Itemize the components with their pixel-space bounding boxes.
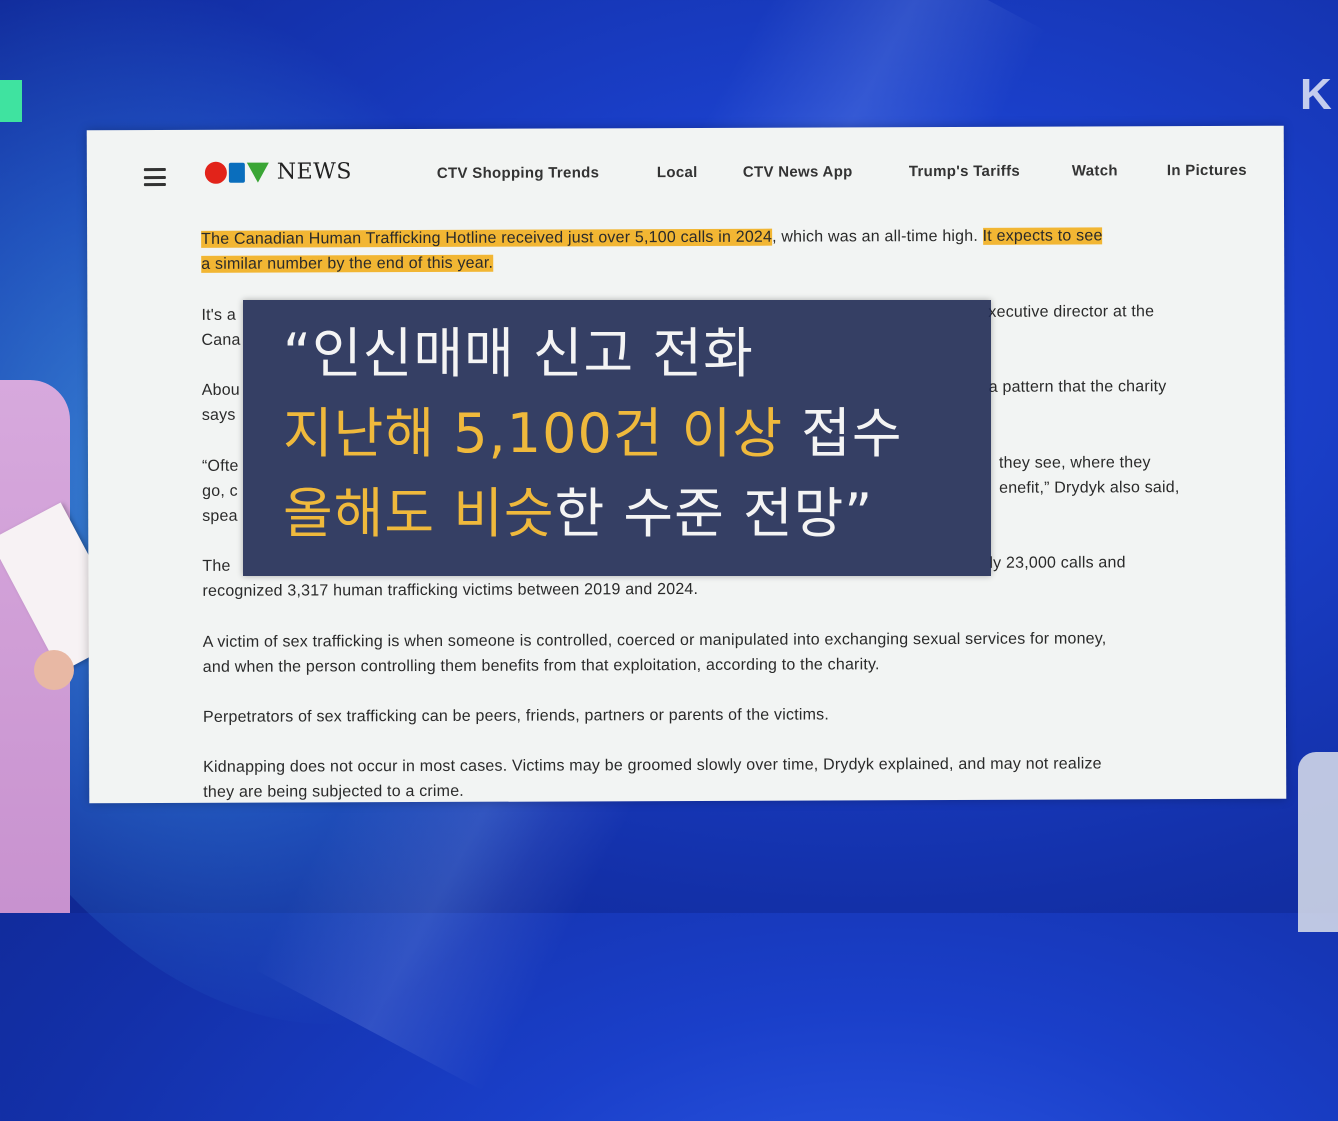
side-panel-edge — [1298, 752, 1338, 932]
highlight-similar-number: a similar number by the end of this year… — [201, 254, 494, 273]
p4-line1-left: “Ofte — [201, 457, 239, 475]
caption-line-2-white: 접수 — [783, 402, 903, 465]
logo-v-mark — [246, 162, 269, 183]
nav-trumps-tariffs[interactable]: Trump's Tariffs — [909, 163, 1020, 180]
p4-line2-right: enefit,” Drydyk also said, — [999, 479, 1180, 497]
highlight-expects: It expects to see — [982, 227, 1103, 245]
p8-line1: Kidnapping does not occur in most cases.… — [203, 755, 1102, 776]
nav-local[interactable]: Local — [657, 164, 698, 181]
p5-line2: recognized 3,317 human trafficking victi… — [202, 580, 699, 600]
p4-line3-left: spea — [202, 507, 238, 525]
p6-line2: and when the person controlling them ben… — [202, 656, 880, 676]
paragraph-1-plain: , which was an all-time high. — [772, 227, 983, 246]
caption-line-3: 올해도 비슷한 수준 전망” — [283, 482, 873, 546]
paragraph-8: Kidnapping does not occur in most cases.… — [203, 751, 1203, 805]
p6-line1: A victim of sex trafficking is when some… — [202, 630, 1107, 651]
p4-line2-left: go, c — [202, 482, 238, 500]
p3-line1-left: Abou — [201, 381, 240, 399]
caption-line-2: 지난해 5,100건 이상 접수 — [283, 402, 903, 466]
highlight-hotline-calls: The Canadian Human Trafficking Hotline r… — [201, 228, 773, 248]
presenter-hand — [34, 650, 74, 690]
paragraph-6: A victim of sex trafficking is when some… — [203, 626, 1203, 680]
caption-line-1: “인신매매 신고 전화 — [283, 322, 754, 385]
p4-line1-right: they see, where they — [998, 454, 1151, 472]
channel-logo: K — [1300, 70, 1332, 119]
caption-line-3-white: 한 수준 전망” — [554, 482, 874, 545]
menu-icon[interactable] — [143, 167, 166, 187]
paragraph-7: Perpetrators of sex trafficking can be p… — [202, 706, 829, 726]
site-header: NEWS CTV Shopping Trends Local CTV News … — [87, 126, 1284, 211]
p2-line1-left: It's a — [201, 306, 236, 324]
caption-line-2-gold: 지난해 5,100건 이상 — [283, 402, 784, 465]
p5-line1-right: ly 23,000 calls and — [989, 554, 1126, 572]
logo-c-mark — [204, 161, 227, 184]
nav-shopping-trends[interactable]: CTV Shopping Trends — [437, 164, 599, 182]
logo-t-mark — [228, 162, 245, 183]
paragraph-1: The Canadian Human Trafficking Hotline r… — [201, 223, 1201, 277]
nav-watch[interactable]: Watch — [1072, 162, 1118, 179]
p5-line1-left: The — [202, 557, 231, 575]
p2-line1-right: xecutive director at the — [988, 303, 1155, 321]
caption-box: “인신매매 신고 전화 지난해 5,100건 이상 접수 올해도 비슷한 수준 … — [243, 300, 991, 576]
logo-news-text: NEWS — [276, 159, 352, 185]
p2-line2-left: Cana — [201, 331, 241, 349]
nav-news-app[interactable]: CTV News App — [743, 163, 853, 180]
corner-tag — [0, 80, 22, 122]
p3-line2-left: says — [201, 406, 236, 424]
p8-line2: they are being subjected to a crime. — [203, 782, 464, 801]
p3-line1-right: a pattern that the charity — [988, 378, 1167, 396]
caption-line-3-gold: 올해도 비슷 — [283, 482, 555, 545]
ctv-news-logo[interactable]: NEWS — [204, 159, 352, 185]
nav-in-pictures[interactable]: In Pictures — [1167, 162, 1247, 179]
